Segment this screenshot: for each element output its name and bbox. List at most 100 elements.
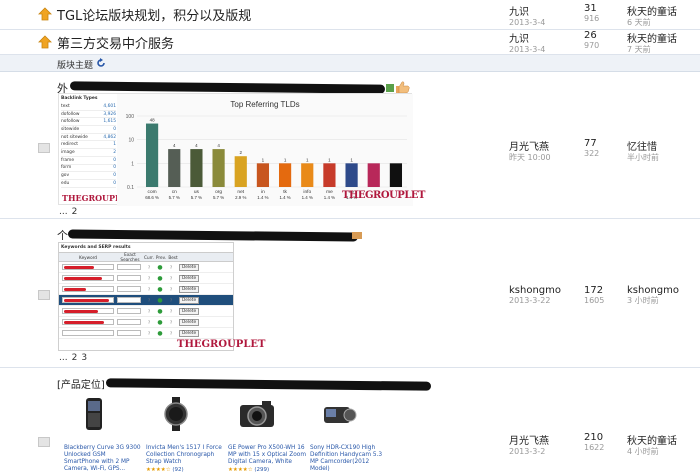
rank-value: ?: [169, 297, 173, 303]
review-count[interactable]: (299): [254, 467, 269, 473]
rank-change-icon: ●: [157, 307, 163, 315]
last-post-time[interactable]: 4 小时前: [627, 447, 677, 456]
keyword-row[interactable]: ? ●? Delete: [59, 273, 233, 284]
post-date: 2013-3-4: [509, 45, 546, 54]
keyword-input[interactable]: [62, 286, 114, 292]
product-card[interactable]: Sony HDR-CX190 High Definition Handycam …: [310, 397, 388, 473]
view-count: 916: [584, 14, 600, 23]
bar-value-label: 1: [262, 157, 265, 162]
bar-percent-label: 5.7 %: [169, 195, 180, 200]
post-date: 2013-3-22: [509, 296, 551, 305]
last-post-user[interactable]: kshongmo: [627, 285, 679, 296]
product-name[interactable]: Invicta Men's 1517 I Force Collection Ch…: [146, 445, 224, 466]
keyword-input[interactable]: [62, 308, 114, 314]
author-name[interactable]: kshongmo: [509, 285, 561, 296]
y-tick-label: 10: [128, 138, 134, 144]
keyword-table-screenshot[interactable]: Keywords and SERP results Keyword Exact …: [58, 242, 265, 351]
exact-searches-input[interactable]: [117, 286, 141, 292]
product-name[interactable]: GE Power Pro X500-WH 16 MP with 15 x Opt…: [228, 445, 306, 466]
chart-bar: [190, 149, 203, 187]
author-name[interactable]: 九识: [509, 3, 545, 18]
redacted-keyword: [64, 310, 98, 313]
chart-bar: [278, 163, 292, 187]
thread-title[interactable]: TGL论坛版块规划，积分以及版规: [57, 5, 251, 24]
keyword-input[interactable]: [62, 319, 114, 325]
last-post: 秋天的童话 4 小时前: [627, 432, 677, 456]
chart-screenshot[interactable]: Backlink Types text 4,601 dofollow 3,926 nof…: [58, 93, 425, 206]
last-post-time[interactable]: 3 小时前: [627, 296, 679, 305]
keyword-input[interactable]: [62, 275, 114, 281]
keyword-input[interactable]: [62, 330, 114, 336]
y-tick-label: 0.1: [127, 185, 134, 191]
keyword-input[interactable]: [62, 297, 114, 303]
last-post-time[interactable]: 7 天前: [627, 45, 677, 54]
rank-value: ?: [147, 286, 151, 292]
thread-title-prefix[interactable]: 个: [57, 227, 68, 243]
chart-bar: [212, 149, 225, 187]
last-post-user[interactable]: 忆往惜: [627, 138, 659, 153]
last-post-time[interactable]: 6 天前: [627, 18, 677, 27]
delete-button[interactable]: Delete: [179, 274, 200, 282]
pinned-thread-icon: [38, 7, 52, 21]
thread-tag[interactable]: [产品定位]: [57, 376, 105, 391]
keyword-input[interactable]: [62, 264, 114, 270]
backlink-type-row: edu 0: [61, 180, 116, 188]
backlink-type-label: edu: [61, 180, 70, 186]
backlink-type-label: dofollow: [61, 111, 80, 117]
keyword-row[interactable]: ? ●? Delete: [59, 284, 233, 295]
thread-counts: 26 970: [584, 30, 599, 50]
thread-row[interactable]: 个 Keywords and SERP results Keyword Exac…: [0, 220, 700, 368]
backlink-type-value: 3,926: [103, 111, 116, 117]
thread-row[interactable]: 外 Backlink Types text 4,601 dofollow 3,926 n…: [0, 73, 700, 219]
redacted-keyword: [64, 277, 102, 280]
delete-button[interactable]: Delete: [179, 263, 200, 271]
keyword-row[interactable]: ? ●? Delete: [59, 328, 233, 339]
author-name[interactable]: 九识: [509, 30, 545, 45]
product-card[interactable]: Invicta Men's 1517 I Force Collection Ch…: [146, 397, 224, 473]
pinned-thread-row[interactable]: TGL论坛版块规划，积分以及版规 九识 2013-3-4 31 916 秋天的童…: [0, 0, 700, 30]
exact-searches-input[interactable]: [117, 264, 141, 270]
thread-title[interactable]: 第三方交易中介服务: [57, 33, 174, 52]
exact-searches-input[interactable]: [117, 275, 141, 281]
delete-button[interactable]: Delete: [179, 307, 200, 315]
pinned-thread-row[interactable]: 第三方交易中介服务 九识 2013-3-4 26 970 秋天的童话 7 天前: [0, 30, 700, 55]
exact-searches-input[interactable]: [117, 330, 141, 336]
thread-row[interactable]: [产品定位] Blackberry Curve 3G 9300 Unlocked…: [0, 369, 700, 475]
exact-searches-input[interactable]: [117, 297, 141, 303]
author-name[interactable]: 月光飞燕: [509, 138, 551, 153]
product-name[interactable]: Blackberry Curve 3G 9300 Unlocked GSM Sm…: [64, 445, 142, 473]
delete-button[interactable]: Delete: [179, 329, 200, 337]
refresh-icon[interactable]: [96, 58, 106, 68]
backlink-type-row: nofollow 1,615: [61, 118, 116, 127]
last-post-time[interactable]: 半小时前: [627, 153, 659, 162]
review-count[interactable]: (92): [172, 467, 183, 473]
last-post-user[interactable]: 秋天的童话: [627, 30, 677, 45]
chart-bar: [345, 163, 358, 187]
page-link[interactable]: 3: [81, 353, 87, 363]
bar-percent-label: 2.9 %: [235, 195, 246, 200]
delete-button[interactable]: Delete: [179, 285, 200, 293]
backlink-type-label: not sitewide: [61, 134, 88, 140]
page-link[interactable]: 2: [72, 353, 78, 363]
product-card[interactable]: Blackberry Curve 3G 9300 Unlocked GSM Sm…: [64, 397, 142, 473]
keyword-row[interactable]: ? ●? Delete: [59, 306, 233, 317]
keyword-row[interactable]: ? ●? Delete: [59, 262, 233, 273]
backlink-type-row: sitewide 0: [61, 126, 116, 134]
product-name[interactable]: Sony HDR-CX190 High Definition Handycam …: [310, 445, 388, 473]
last-post-user[interactable]: 秋天的童话: [627, 3, 677, 18]
author-name[interactable]: 月光飞燕: [509, 432, 549, 447]
product-card[interactable]: GE Power Pro X500-WH 16 MP with 15 x Opt…: [228, 397, 306, 473]
last-post-user[interactable]: 秋天的童话: [627, 432, 677, 447]
exact-searches-input[interactable]: [117, 308, 141, 314]
redacted-keyword: [64, 299, 109, 302]
chart-bar: [301, 163, 314, 187]
keyword-row[interactable]: ? ●? Delete: [59, 295, 233, 306]
keyword-row[interactable]: ? ●? Delete: [59, 317, 233, 328]
backlink-type-label: image: [61, 149, 75, 155]
exact-searches-input[interactable]: [117, 319, 141, 325]
delete-button[interactable]: Delete: [179, 296, 200, 304]
backlink-type-label: redirect: [61, 142, 78, 148]
page-link[interactable]: 2: [72, 207, 78, 217]
delete-button[interactable]: Delete: [179, 318, 200, 326]
backlink-type-row: dofollow 3,926: [61, 111, 116, 119]
